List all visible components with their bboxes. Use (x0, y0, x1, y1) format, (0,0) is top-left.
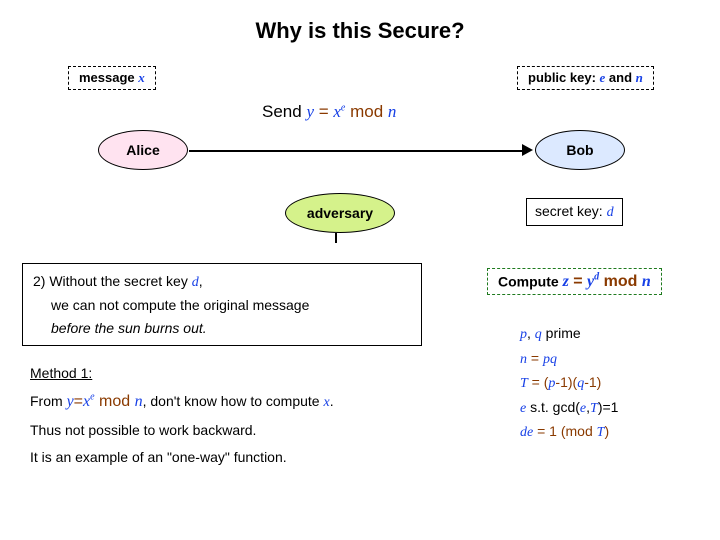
compute-eqop: = (569, 273, 587, 290)
note-l2: we can not compute the original message (33, 294, 411, 316)
maths-l3d: -1)( (555, 374, 577, 390)
send-n: n (388, 102, 397, 121)
pubkey-label: public key: (528, 70, 600, 85)
arrow-alice-bob (189, 150, 522, 152)
method1-block: Method 1: From y=xe mod n, don't know ho… (30, 360, 460, 470)
m1-mod: mod (95, 393, 135, 410)
secretkey-label: secret key: (535, 203, 607, 219)
send-eqop: = (314, 102, 333, 121)
m1-n: n (135, 393, 143, 410)
maths-l1: p, q prime (520, 324, 618, 345)
compute-n: n (642, 273, 651, 290)
maths-l1b: , (527, 325, 535, 341)
alice-node: Alice (98, 130, 188, 170)
maths-l4f: )=1 (598, 399, 619, 415)
maths-l1d: prime (542, 325, 581, 341)
maths-l5b: = 1 (mod (533, 423, 596, 439)
maths-l4: e s.t. gcd(e,T)=1 (520, 398, 618, 419)
maths-l3: T = (p-1)(q-1) (520, 373, 618, 394)
maths-n: n (520, 352, 527, 367)
send-label: Send (262, 102, 306, 121)
maths-l4b: s.t. gcd( (526, 399, 580, 415)
maths-l2: n = pq (520, 349, 618, 370)
send-x: x (333, 102, 341, 121)
m1-l1b: , don't know how to compute (143, 393, 324, 409)
maths-l3f: -1) (584, 374, 601, 390)
send-equation: Send y = xe mod n (262, 102, 396, 122)
pubkey-and: and (605, 70, 635, 85)
maths-pq: pq (543, 352, 557, 367)
page-title: Why is this Secure? (0, 0, 720, 44)
adversary-connector (335, 233, 337, 243)
maths-T: T (520, 376, 528, 391)
method1-line3: It is an example of an "one-way" functio… (30, 444, 460, 471)
maths-p: p (520, 327, 527, 342)
adversary-node: adversary (285, 193, 395, 233)
note-l1-d: d (192, 275, 199, 290)
note-l1a: 2) Without the secret key (33, 273, 192, 289)
message-box: message x (68, 66, 156, 90)
maths-T2: T (590, 401, 598, 416)
maths-l5d: ) (604, 423, 609, 439)
var-x: x (138, 70, 145, 85)
m1-l1c: . (330, 393, 334, 409)
maths-de: de (520, 425, 533, 440)
note-l3: before the sun burns out. (33, 317, 411, 339)
note-l1: 2) Without the secret key d, (33, 270, 411, 294)
maths-l2b: = (527, 350, 543, 366)
bob-node: Bob (535, 130, 625, 170)
bob-label: Bob (566, 142, 593, 158)
message-label: message (79, 70, 138, 85)
var-d: d (607, 205, 614, 220)
send-mod: mod (345, 102, 388, 121)
note-box: 2) Without the secret key d, we can not … (22, 263, 422, 346)
compute-mod: mod (599, 273, 642, 290)
secret-key-box: secret key: d (526, 198, 623, 226)
maths-l3b: = ( (528, 374, 549, 390)
var-n: n (636, 70, 643, 85)
m1-y: y (67, 393, 74, 410)
method1-line2: Thus not possible to work backward. (30, 417, 460, 444)
alice-label: Alice (126, 142, 159, 158)
send-y: y (306, 102, 314, 121)
maths-l5: de = 1 (mod T) (520, 422, 618, 443)
method1-line1: From y=xe mod n, don't know how to compu… (30, 387, 460, 417)
m1-l1a: From (30, 393, 67, 409)
public-key-box: public key: e and n (517, 66, 654, 90)
adversary-label: adversary (307, 205, 373, 221)
maths-q: q (535, 327, 542, 342)
compute-box: Compute z = yd mod n (487, 268, 662, 295)
note-l1b: , (199, 273, 203, 289)
arrow-alice-bob-head (522, 144, 533, 156)
method1-heading: Method 1: (30, 360, 460, 387)
compute-prefix: Compute (498, 273, 563, 289)
maths-block: p, q prime n = pq T = (p-1)(q-1) e s.t. … (520, 320, 618, 447)
m1-eqop: = (74, 393, 83, 410)
